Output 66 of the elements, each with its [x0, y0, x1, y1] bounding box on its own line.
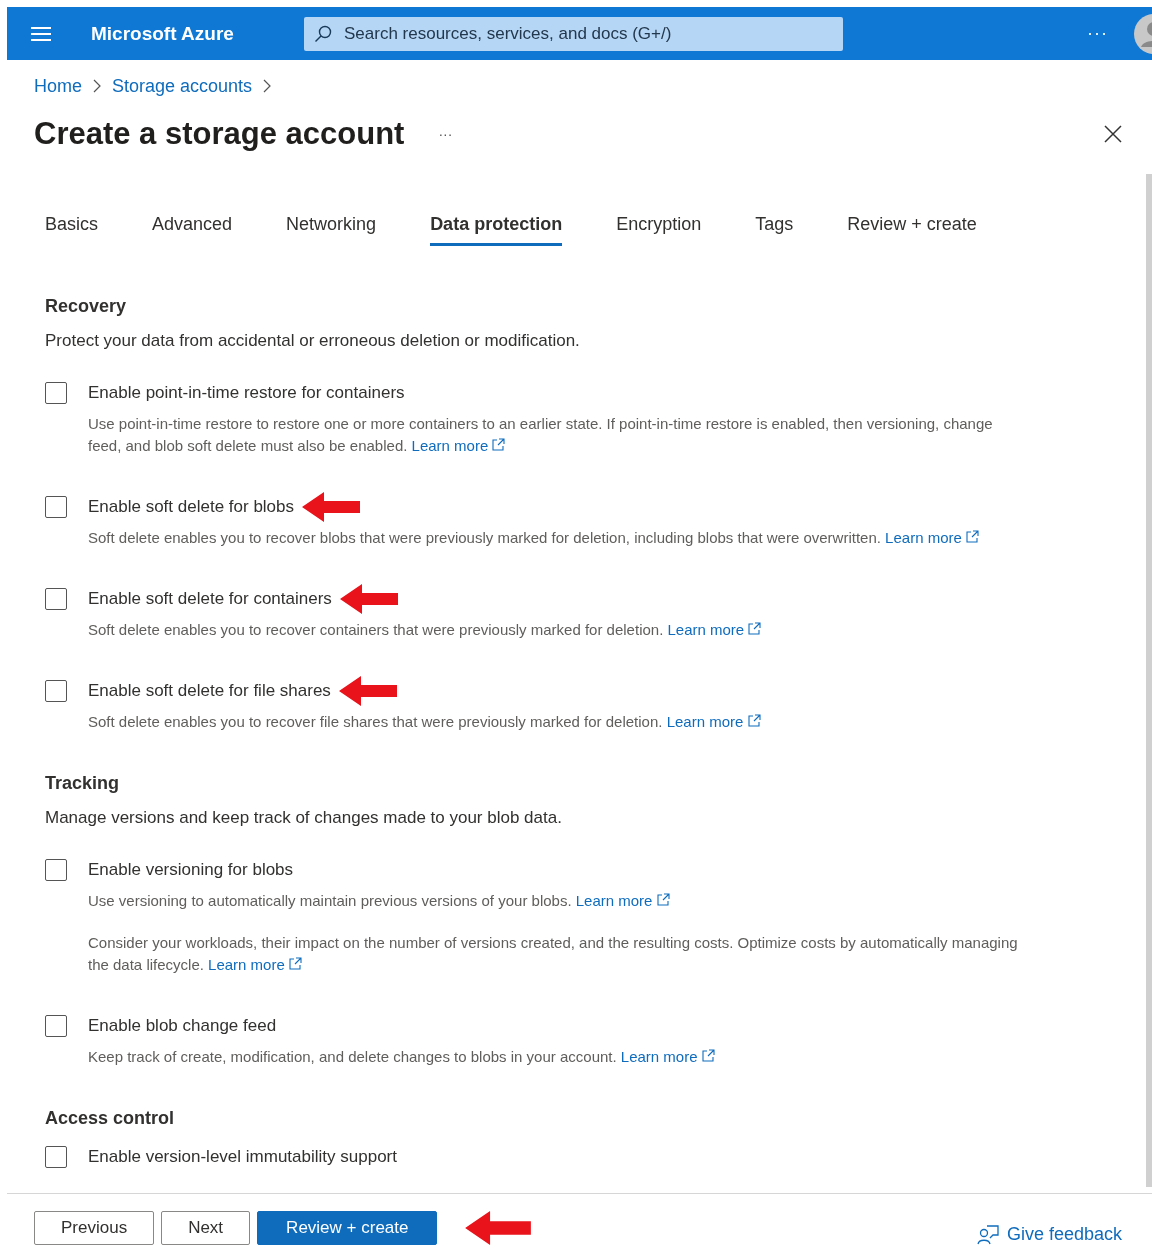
brand-name[interactable]: Microsoft Azure	[91, 22, 304, 45]
close-icon[interactable]	[1104, 125, 1122, 143]
option-description: Use point-in-time restore to restore one or more containers to an earlier state. If point-in-time restore is enabled, then versioning, change feed, and blob soft delete must also be enabled. Learn more	[88, 414, 994, 456]
option-label: Enable soft delete for file shares	[88, 681, 331, 701]
learn-more-link[interactable]: Learn more	[620, 1048, 715, 1065]
option-description: Consider your workloads, their impact on the number of versions created, and the resulting costs. Optimize costs by automatically managing the data lifecycle. Learn more	[88, 933, 1018, 975]
search-field[interactable]: Search resources, services, and docs (G+/)	[342, 22, 843, 45]
checkbox[interactable]	[45, 859, 67, 881]
checkbox[interactable]	[45, 496, 67, 518]
section-description: Manage versions and keep track of changes made to your blob data.	[45, 808, 563, 828]
section-title: Access control	[45, 1108, 176, 1129]
more-button[interactable]: ···	[432, 125, 459, 143]
feedback-icon	[976, 1224, 999, 1245]
footer-button[interactable]: Next	[161, 1210, 251, 1245]
option-label: Enable soft delete for containers	[88, 589, 332, 609]
learn-more-link[interactable]: Learn more	[411, 437, 506, 454]
checkbox[interactable]	[45, 588, 67, 610]
external-link-icon	[701, 1049, 715, 1062]
scrollbar[interactable]	[1146, 174, 1152, 1187]
option-description: Keep track of create, modification, and delete changes to blobs in your account. Learn more	[88, 1046, 1018, 1068]
tab[interactable]: Tags	[755, 206, 794, 246]
chevron-icon	[263, 79, 272, 93]
tab[interactable]: Networking	[286, 206, 377, 246]
external-link-icon	[748, 622, 762, 635]
option-label: Enable versioning for blobs	[88, 860, 294, 880]
learn-more-link[interactable]: Learn more	[885, 529, 979, 546]
checkbox[interactable]	[45, 680, 67, 702]
feedback-link[interactable]: Give feedback	[976, 1224, 1122, 1245]
option-label: Enable point-in-time restore for containers	[88, 383, 405, 403]
external-link-icon	[747, 714, 761, 727]
option-description: Use versioning to automatically maintain previous versions of your blobs. Learn more	[88, 890, 1018, 912]
tab[interactable]: Review + create	[847, 206, 977, 246]
option-description: Soft delete enables you to recover blobs that were previously marked for deletion, including blobs that were overwritten. Learn more	[88, 527, 1018, 549]
learn-more-link[interactable]: Learn more	[667, 621, 762, 638]
tab[interactable]: Advanced	[152, 206, 233, 246]
footer-button[interactable]: Previous	[34, 1210, 155, 1245]
section-description: Protect your data from accidental or erroneous deletion or modification.	[45, 331, 581, 351]
external-link-icon	[492, 438, 506, 451]
learn-more-link[interactable]: Learn more	[666, 713, 761, 730]
page-title: Create a storage account	[34, 116, 405, 152]
tab[interactable]: Basics	[45, 206, 98, 246]
search-icon	[314, 24, 332, 43]
chevron-icon	[93, 79, 101, 93]
section-title: Tracking	[45, 773, 121, 794]
external-link-icon	[966, 530, 979, 543]
more-button[interactable]: ···	[1081, 22, 1114, 45]
tab[interactable]: Data protection	[430, 206, 563, 246]
option-description: Soft delete enables you to recover file shares that were previously marked for deletion. Learn more	[88, 711, 1018, 733]
option-label: Enable version-level immutability support	[88, 1147, 397, 1167]
footer-button[interactable]: Review + create	[257, 1210, 438, 1245]
external-link-icon	[656, 893, 670, 906]
learn-more-link[interactable]: Learn more	[208, 956, 302, 973]
breadcrumb-link[interactable]: Home	[34, 75, 82, 97]
option-label: Enable blob change feed	[88, 1016, 277, 1036]
checkbox[interactable]	[45, 1015, 67, 1037]
tab[interactable]: Encryption	[616, 206, 702, 246]
menu-icon[interactable]	[31, 25, 51, 42]
search-bar[interactable]: Search resources, services, and docs (G+/)	[304, 16, 843, 51]
external-link-icon	[288, 957, 302, 970]
checkbox[interactable]	[45, 1146, 67, 1168]
option-description: Soft delete enables you to recover containers that were previously marked for deletion. Learn more	[88, 619, 1018, 641]
breadcrumb-link[interactable]: Storage accounts	[112, 75, 253, 97]
checkbox[interactable]	[45, 382, 67, 404]
learn-more-link[interactable]: Learn more	[575, 892, 670, 909]
section-title: Recovery	[45, 296, 128, 317]
option-label: Enable soft delete for blobs	[88, 497, 295, 517]
